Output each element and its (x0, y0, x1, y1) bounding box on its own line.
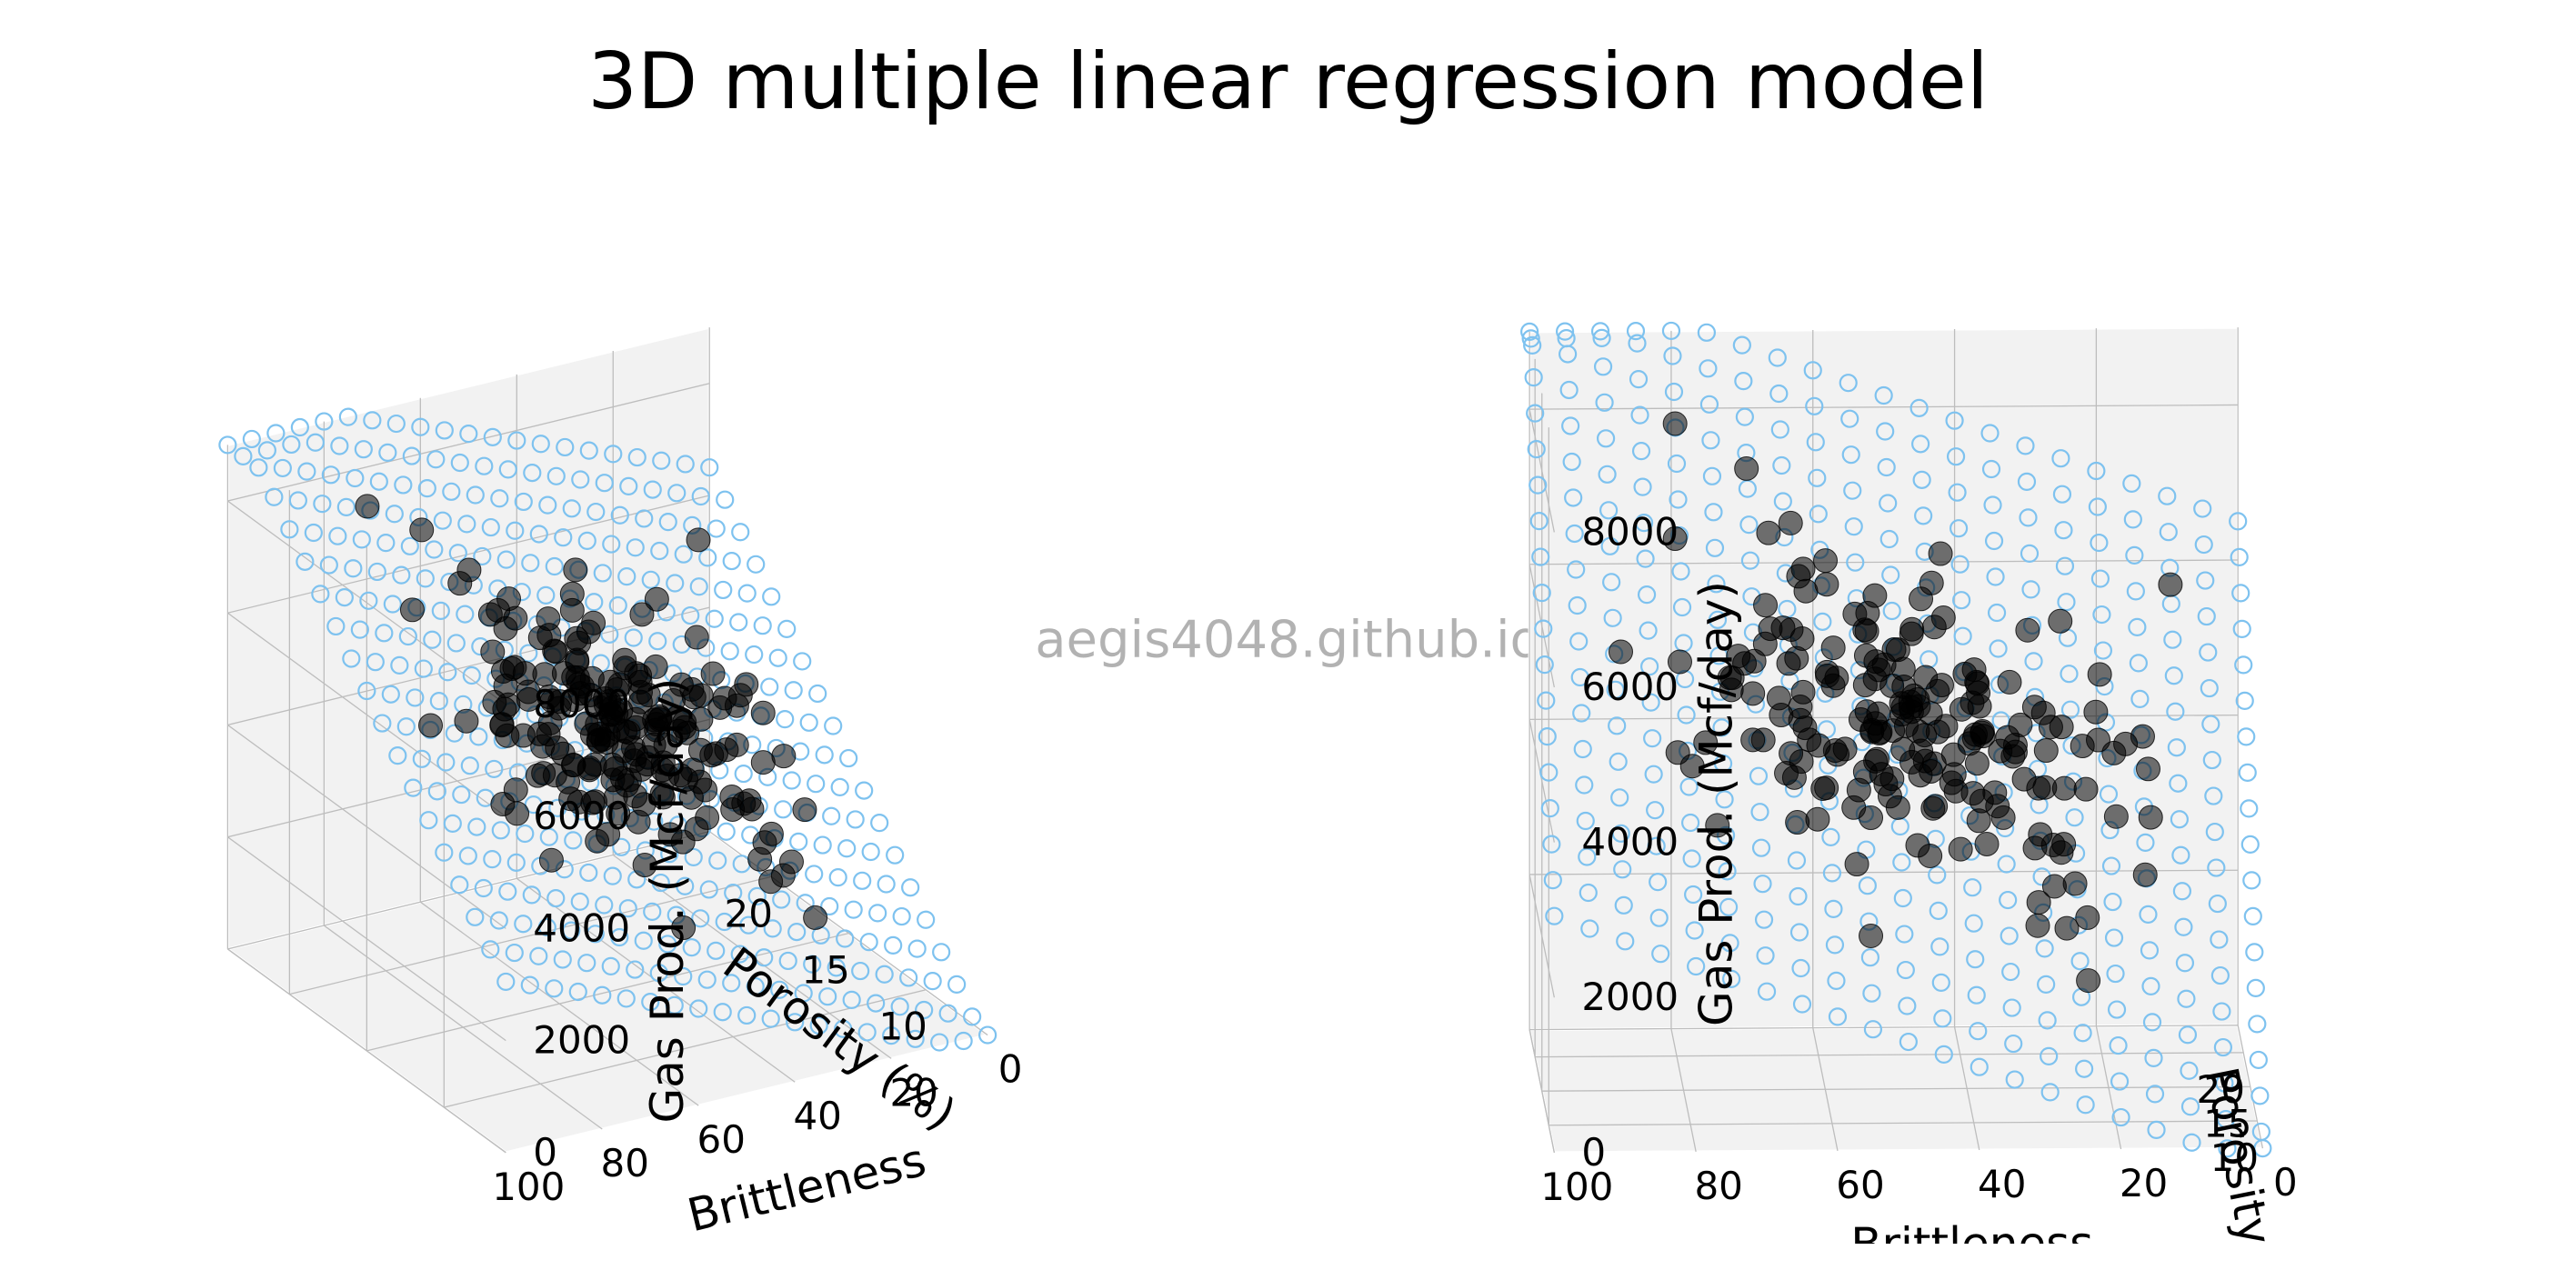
svg-text:2000: 2000 (1581, 975, 1679, 1019)
svg-text:0: 0 (533, 1130, 557, 1175)
svg-text:20: 20 (725, 891, 773, 935)
svg-text:0: 0 (2273, 1160, 2298, 1205)
svg-text:6000: 6000 (1581, 665, 1679, 709)
svg-text:60: 60 (697, 1117, 746, 1162)
svg-text:4000: 4000 (533, 905, 630, 950)
figure-root: 3D multiple linear regression model aegi… (0, 0, 2576, 1280)
figure-title: 3D multiple linear regression model (0, 36, 2576, 127)
panel-left: 10152002040608010002000400060008000Poros… (0, 127, 1288, 1244)
svg-text:40: 40 (793, 1094, 841, 1138)
svg-text:0: 0 (998, 1047, 1023, 1092)
svg-text:80: 80 (601, 1141, 649, 1185)
svg-text:80: 80 (1694, 1164, 1742, 1208)
zlabel: Gas Prod. (Mcf/day) (1689, 581, 1742, 1026)
ylabel: Brittleness (1850, 1217, 2093, 1244)
svg-text:0: 0 (1581, 1130, 1606, 1175)
svg-text:40: 40 (1978, 1162, 2026, 1206)
svg-text:20: 20 (2119, 1161, 2167, 1205)
zlabel: Gas Prod. (Mcf/day) (641, 678, 694, 1124)
svg-text:8000: 8000 (1581, 509, 1679, 554)
svg-text:8000: 8000 (533, 682, 630, 726)
svg-text:60: 60 (1836, 1163, 1884, 1207)
axes3d-right: 10152002040608010002000400060008000Poros… (1288, 127, 2576, 1244)
panels-row: 10152002040608010002000400060008000Poros… (0, 127, 2576, 1244)
svg-text:4000: 4000 (1581, 820, 1679, 865)
svg-text:2000: 2000 (533, 1018, 630, 1063)
panel-right: 10152002040608010002000400060008000Poros… (1288, 127, 2576, 1244)
svg-text:6000: 6000 (533, 794, 630, 838)
axes3d-left: 10152002040608010002000400060008000Poros… (0, 127, 1288, 1244)
